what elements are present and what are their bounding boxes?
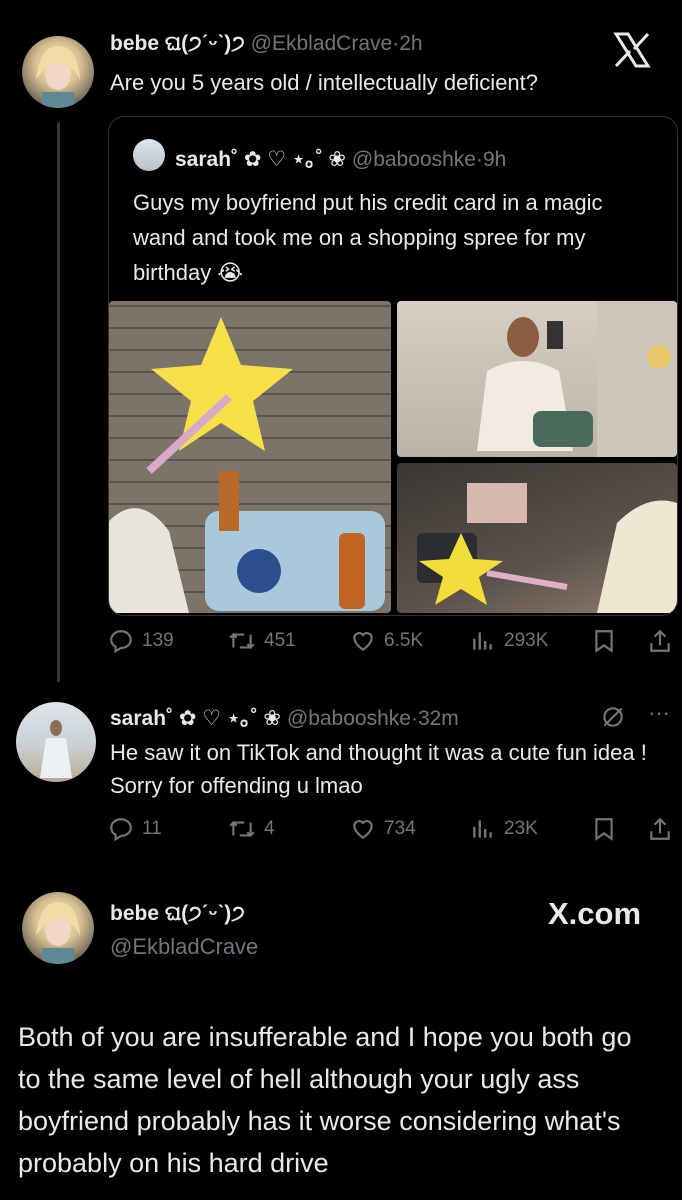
retweet-button[interactable]: 4 bbox=[228, 816, 275, 842]
reply-icon bbox=[108, 816, 134, 842]
xcom-brand: X.com bbox=[548, 896, 642, 931]
retweet-count: 4 bbox=[264, 818, 275, 839]
avatar-bebe[interactable] bbox=[22, 36, 94, 108]
display-name: sarah˚ ✿ ♡ ⋆｡˚ ❀ bbox=[175, 148, 347, 171]
heart-icon bbox=[350, 628, 376, 654]
timestamp[interactable]: 32m bbox=[418, 707, 459, 730]
bookmark-icon bbox=[592, 628, 616, 654]
bookmark-button[interactable] bbox=[592, 816, 616, 842]
photo-mirror-selfie[interactable] bbox=[397, 301, 677, 457]
x-logo-icon bbox=[612, 30, 656, 74]
thread-line bbox=[57, 122, 60, 682]
reply-icon bbox=[108, 628, 134, 654]
views-count: 23K bbox=[504, 818, 538, 839]
share-button[interactable] bbox=[648, 816, 672, 842]
display-name[interactable]: sarah˚ ✿ ♡ ⋆｡˚ ❀ bbox=[110, 707, 281, 730]
avatar-sarah[interactable] bbox=[16, 702, 96, 782]
handle[interactable]: @EkbladCrave bbox=[110, 934, 258, 960]
handle[interactable]: @EkbladCrave bbox=[251, 32, 393, 55]
quoted-tweet-card[interactable]: sarah˚ ✿ ♡ ⋆｡˚ ❀ @babooshke·9h Guys my b… bbox=[108, 116, 678, 616]
share-icon bbox=[648, 628, 672, 654]
like-button[interactable]: 6.5K bbox=[350, 628, 423, 654]
heart-icon bbox=[350, 816, 376, 842]
quote-text: Guys my boyfriend put his credit card in… bbox=[133, 190, 603, 285]
reply-button[interactable]: 139 bbox=[108, 628, 174, 654]
retweet-button[interactable]: 451 bbox=[228, 628, 296, 654]
retweet-icon bbox=[228, 628, 256, 654]
views-icon bbox=[470, 628, 496, 654]
handle[interactable]: @babooshke bbox=[287, 707, 411, 730]
handle: @babooshke bbox=[351, 148, 476, 171]
bookmark-button[interactable] bbox=[592, 628, 616, 654]
timestamp: 9h bbox=[482, 148, 507, 171]
quote-header: sarah˚ ✿ ♡ ⋆｡˚ ❀ @babooshke·9h bbox=[175, 143, 506, 173]
tweet2-header: sarah˚ ✿ ♡ ⋆｡˚ ❀ @babooshke·32m bbox=[110, 702, 459, 732]
retweet-icon bbox=[228, 816, 256, 842]
separator-dot: · bbox=[410, 707, 418, 730]
display-name[interactable]: bebe ଘ(੭ˊᵕˋ)੭ bbox=[110, 902, 245, 926]
reply-count: 139 bbox=[142, 630, 174, 651]
photo-card-reader[interactable] bbox=[397, 463, 677, 613]
grok-icon[interactable] bbox=[600, 704, 626, 735]
avatar-bebe[interactable] bbox=[22, 892, 94, 964]
share-button[interactable] bbox=[648, 628, 672, 654]
like-button[interactable]: 734 bbox=[350, 816, 416, 842]
views-button[interactable]: 23K bbox=[470, 816, 538, 842]
more-options-icon[interactable]: ··· bbox=[648, 700, 670, 726]
like-count: 6.5K bbox=[384, 630, 424, 651]
photo-wand-pavement[interactable] bbox=[109, 301, 391, 613]
like-count: 734 bbox=[384, 818, 416, 839]
avatar-sarah-small bbox=[133, 139, 165, 171]
share-icon bbox=[648, 816, 672, 842]
tweet1-text: Are you 5 years old / intellectually def… bbox=[110, 70, 539, 95]
retweet-count: 451 bbox=[264, 630, 296, 651]
bookmark-icon bbox=[592, 816, 616, 842]
timestamp[interactable]: 2h bbox=[399, 32, 422, 55]
views-count: 293K bbox=[504, 630, 549, 651]
views-button[interactable]: 293K bbox=[470, 628, 548, 654]
tweet2-text: He saw it on TikTok and thought it was a… bbox=[110, 740, 647, 798]
reply-button[interactable]: 11 bbox=[108, 816, 162, 842]
display-name[interactable]: bebe ଘ(੭ˊᵕˋ)੭ bbox=[110, 32, 245, 55]
tweet3-text: Both of you are insufferable and I hope … bbox=[18, 1022, 632, 1178]
separator-dot: · bbox=[475, 148, 483, 171]
views-icon bbox=[470, 816, 496, 842]
reply-count: 11 bbox=[142, 818, 162, 839]
tweet1-header: bebe ଘ(੭ˊᵕˋ)੭ @EkbladCrave·2h bbox=[110, 32, 423, 56]
